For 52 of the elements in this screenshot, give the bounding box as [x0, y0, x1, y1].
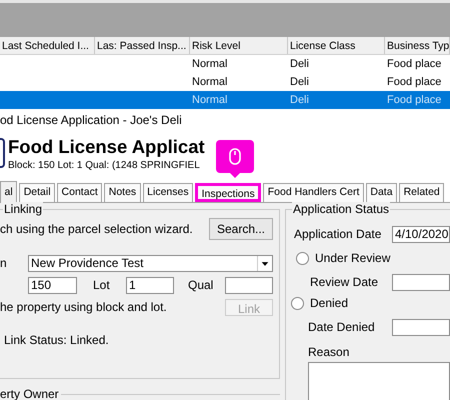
table-cell: Food place	[387, 94, 442, 106]
table-cell: Food place	[387, 58, 442, 70]
table-cell: Deli	[290, 58, 309, 70]
table-cell: Normal	[192, 76, 228, 88]
radio-button[interactable]	[291, 296, 304, 310]
link-status: Link Status: Linked.	[4, 333, 109, 347]
field-label: n	[0, 255, 8, 272]
column-header[interactable]: Last Scheduled I...	[0, 37, 95, 54]
date-field[interactable]	[392, 274, 450, 290]
mouse-icon	[229, 148, 242, 165]
search-button[interactable]: Search...	[209, 218, 273, 240]
tab[interactable]: al	[0, 181, 18, 203]
block-field[interactable]: 150	[28, 276, 77, 294]
group-title: Application Status	[292, 202, 390, 216]
column-header[interactable]: Las: Passed Insp...	[95, 37, 190, 54]
field-label: Reason	[308, 345, 350, 359]
form-subtitle: Block: 150 Lot: 1 Qual: (1248 SPRINGFIEL	[8, 159, 201, 173]
field-label: Date Denied	[308, 319, 375, 336]
field-label: Application Date	[294, 226, 382, 243]
radio-button[interactable]	[296, 252, 309, 264]
date-field[interactable]: 4/10/2020	[392, 226, 450, 242]
tab[interactable]: Notes	[104, 183, 141, 202]
radio-label: Denied	[310, 295, 348, 312]
field-label: Review Date	[310, 274, 378, 291]
table-cell: Normal	[192, 94, 228, 106]
group-title: Linking	[3, 202, 44, 216]
lot-field[interactable]: 1	[126, 276, 174, 294]
tab[interactable]: Food Handlers Cert	[263, 183, 364, 202]
tab[interactable]: Data	[366, 183, 398, 202]
field-label: Lot	[92, 277, 111, 294]
tab[interactable]: Detail	[19, 183, 56, 202]
date-field[interactable]	[392, 318, 450, 336]
hint-text: he property using block and lot.	[0, 299, 167, 316]
form-title: Food License Applicat	[8, 135, 205, 159]
table-cell: Deli	[290, 76, 309, 88]
column-header[interactable]: License Class	[288, 37, 385, 54]
table-cell: Deli	[290, 94, 309, 106]
qual-field[interactable]	[225, 276, 273, 294]
field-label: Qual	[187, 277, 214, 294]
radio-label: Under Review	[315, 250, 390, 267]
reason-field[interactable]	[308, 362, 450, 400]
tab[interactable]: Contact	[57, 183, 102, 202]
table-cell: Food place	[387, 76, 442, 88]
tab[interactable]: Related	[399, 183, 444, 202]
column-header[interactable]: Business Typ	[385, 37, 450, 54]
municipality-dropdown[interactable]: New Providence Test	[28, 254, 273, 272]
tab[interactable]: Licenses	[142, 183, 194, 202]
app-icon	[0, 138, 5, 168]
table-cell: Normal	[192, 58, 228, 70]
hint-text: ch using the parcel selection wizard.	[0, 221, 193, 238]
window-title: od License Application - Joe's Deli	[0, 112, 182, 129]
column-header[interactable]: Risk Level	[190, 37, 288, 54]
